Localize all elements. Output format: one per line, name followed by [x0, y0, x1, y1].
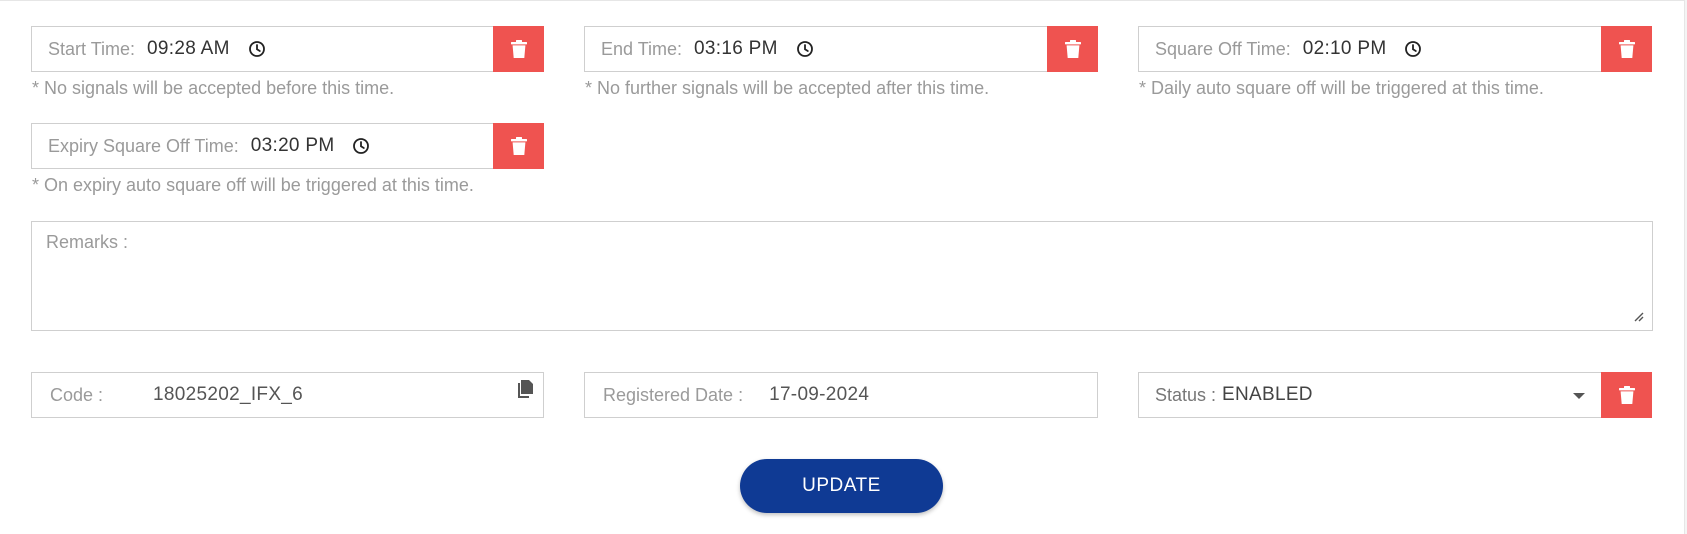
- code-field: Code : 18025202_IFX_6: [31, 372, 544, 418]
- settings-panel: Start Time: 09:28 AM * No signals will b…: [0, 0, 1685, 534]
- update-button[interactable]: UPDATE: [740, 459, 943, 513]
- delete-status-button[interactable]: [1601, 372, 1652, 418]
- remarks-placeholder: Remarks :: [46, 232, 129, 252]
- end-time-label: End Time:: [601, 38, 683, 59]
- clock-icon[interactable]: [248, 40, 266, 58]
- end-time-value[interactable]: 03:16 PM: [694, 38, 778, 60]
- registered-date-field: Registered Date : 17-09-2024: [584, 372, 1098, 418]
- expiry-square-off-time-hint: * On expiry auto square off will be trig…: [32, 175, 474, 195]
- code-label: Code :: [50, 384, 104, 405]
- square-off-time-label: Square Off Time:: [1155, 38, 1291, 59]
- resize-handle-icon[interactable]: [1632, 310, 1644, 322]
- registered-date-value: 17-09-2024: [769, 384, 870, 405]
- status-select[interactable]: Status : ENABLED: [1138, 372, 1652, 418]
- clock-icon[interactable]: [796, 40, 814, 58]
- start-time-hint: * No signals will be accepted before thi…: [32, 78, 395, 98]
- trash-icon: [1618, 40, 1635, 58]
- trash-icon: [510, 40, 527, 58]
- status-value[interactable]: ENABLED: [1222, 384, 1313, 406]
- code-value: 18025202_IFX_6: [153, 384, 304, 405]
- trash-icon: [1618, 386, 1635, 404]
- square-off-time-field[interactable]: Square Off Time: 02:10 PM: [1138, 26, 1652, 72]
- delete-end-time-button[interactable]: [1047, 26, 1098, 72]
- chevron-down-icon[interactable]: [1573, 393, 1585, 399]
- copy-icon[interactable]: [517, 379, 535, 399]
- delete-expiry-square-off-time-button[interactable]: [493, 123, 544, 169]
- square-off-time-hint: * Daily auto square off will be triggere…: [1139, 78, 1544, 98]
- end-time-field[interactable]: End Time: 03:16 PM: [584, 26, 1098, 72]
- start-time-field[interactable]: Start Time: 09:28 AM: [31, 26, 544, 72]
- end-time-hint: * No further signals will be accepted af…: [585, 78, 990, 98]
- trash-icon: [510, 137, 527, 155]
- start-time-label: Start Time:: [48, 38, 136, 59]
- expiry-square-off-time-value[interactable]: 03:20 PM: [251, 135, 335, 157]
- clock-icon[interactable]: [352, 137, 370, 155]
- registered-date-label: Registered Date :: [603, 384, 744, 405]
- remarks-textarea[interactable]: Remarks :: [31, 221, 1653, 331]
- trash-icon: [1064, 40, 1081, 58]
- square-off-time-value[interactable]: 02:10 PM: [1303, 38, 1387, 60]
- expiry-square-off-time-field[interactable]: Expiry Square Off Time: 03:20 PM: [31, 123, 544, 169]
- clock-icon[interactable]: [1404, 40, 1422, 58]
- delete-square-off-time-button[interactable]: [1601, 26, 1652, 72]
- start-time-value[interactable]: 09:28 AM: [147, 38, 230, 60]
- expiry-square-off-time-label: Expiry Square Off Time:: [48, 135, 239, 156]
- status-label: Status :: [1155, 384, 1217, 405]
- delete-start-time-button[interactable]: [493, 26, 544, 72]
